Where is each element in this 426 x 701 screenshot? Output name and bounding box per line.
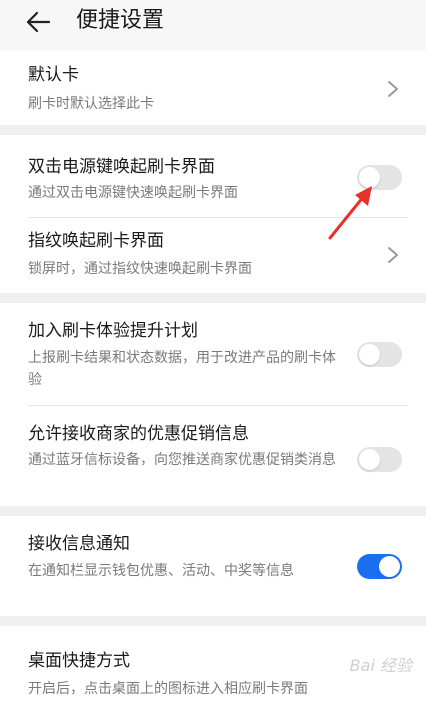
double-click-power-title: 双击电源键唤起刷卡界面 <box>28 157 215 177</box>
merchant-promo-title: 允许接收商家的优惠促销信息 <box>28 424 249 444</box>
settings-group-default-card: 默认卡 刷卡时默认选择此卡 <box>0 50 426 125</box>
message-notification-row: 接收信息通知 在通知栏显示钱包优惠、活动、中奖等信息 <box>0 516 426 616</box>
toggle-knob <box>359 344 380 365</box>
chevron-right-icon <box>388 81 398 97</box>
message-notification-title: 接收信息通知 <box>28 534 130 554</box>
toggle-knob <box>359 449 380 470</box>
double-click-power-toggle[interactable] <box>357 165 402 190</box>
fingerprint-wake-title: 指纹唤起刷卡界面 <box>28 231 164 251</box>
watermark: Bai 经验 <box>349 656 412 675</box>
experience-plan-toggle[interactable] <box>357 342 402 367</box>
toggle-knob <box>359 167 380 188</box>
back-arrow-icon <box>26 11 51 33</box>
default-card-subtitle: 刷卡时默认选择此卡 <box>28 96 154 112</box>
chevron-right-icon <box>388 247 398 263</box>
desktop-shortcut-title: 桌面快捷方式 <box>28 651 130 671</box>
settings-group-notification: 接收信息通知 在通知栏显示钱包优惠、活动、中奖等信息 <box>0 516 426 616</box>
settings-group-wake: 双击电源键唤起刷卡界面 通过双击电源键快速唤起刷卡界面 指纹唤起刷卡界面 锁屏时… <box>0 135 426 293</box>
desktop-shortcut-subtitle: 开启后，点击桌面上的图标进入相应刷卡界面 <box>28 681 308 697</box>
double-click-power-row: 双击电源键唤起刷卡界面 通过双击电源键快速唤起刷卡界面 <box>0 135 426 217</box>
message-notification-subtitle: 在通知栏显示钱包优惠、活动、中奖等信息 <box>28 563 294 579</box>
fingerprint-wake-row[interactable]: 指纹唤起刷卡界面 锁屏时，通过指纹快速唤起刷卡界面 <box>0 218 426 293</box>
page-title: 便捷设置 <box>76 8 165 33</box>
default-card-row[interactable]: 默认卡 刷卡时默认选择此卡 <box>0 50 426 125</box>
experience-plan-title: 加入刷卡体验提升计划 <box>28 321 198 341</box>
message-notification-toggle[interactable] <box>357 554 402 579</box>
merchant-promo-row: 允许接收商家的优惠促销信息 通过蓝牙信标设备，向您推送商家优惠促销类消息 <box>0 406 426 506</box>
double-click-power-subtitle: 通过双击电源键快速唤起刷卡界面 <box>28 185 238 201</box>
fingerprint-wake-subtitle: 锁屏时，通过指纹快速唤起刷卡界面 <box>28 261 252 277</box>
top-app-bar: 便捷设置 <box>0 0 426 50</box>
default-card-title: 默认卡 <box>28 65 79 85</box>
back-button[interactable] <box>20 6 56 38</box>
experience-plan-row: 加入刷卡体验提升计划 上报刷卡结果和状态数据，用于改进产品的刷卡体验 <box>0 303 426 405</box>
settings-group-privacy: 加入刷卡体验提升计划 上报刷卡结果和状态数据，用于改进产品的刷卡体验 允许接收商… <box>0 303 426 506</box>
merchant-promo-subtitle: 通过蓝牙信标设备，向您推送商家优惠促销类消息 <box>28 452 336 468</box>
experience-plan-subtitle: 上报刷卡结果和状态数据，用于改进产品的刷卡体验 <box>28 350 336 388</box>
toggle-knob <box>379 556 400 577</box>
merchant-promo-toggle[interactable] <box>357 447 402 472</box>
